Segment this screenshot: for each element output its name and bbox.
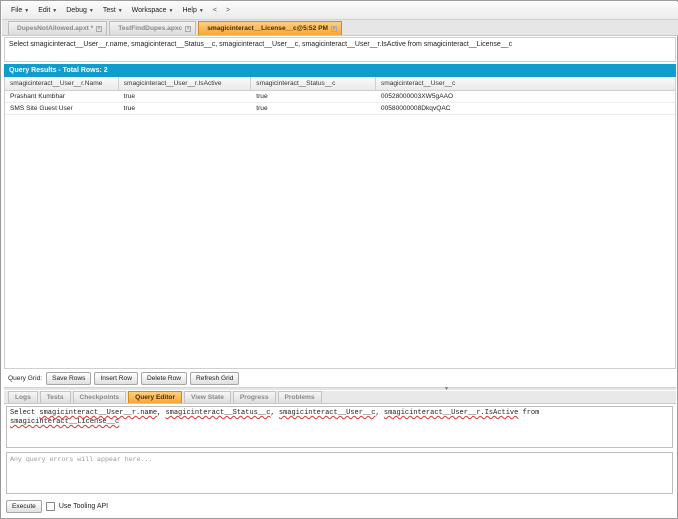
chevron-down-icon: ▼ [168, 7, 174, 14]
table-cell[interactable]: Prashant Kumbhar [5, 91, 119, 102]
delete-row-button[interactable]: Delete Row [140, 371, 188, 385]
menu-help[interactable]: Help ▼ [182, 7, 203, 14]
editor-tab-bar: DupesNotAllowed.apxt * × TestFindDupes.a… [2, 20, 678, 36]
menu-help-label: Help [182, 7, 197, 14]
menu-bar: File ▼ Edit ▼ Debug ▼ Test ▼ Workspace ▼ Help… [2, 2, 678, 20]
tab-dupes-not-allowed[interactable]: DupesNotAllowed.apxt * × [8, 21, 108, 35]
query-editor-input[interactable]: Select smagicinteract__User__r.name, sma… [6, 406, 673, 448]
menu-edit[interactable]: Edit ▼ [38, 7, 57, 14]
editor-text: Select [10, 409, 40, 417]
table-cell[interactable]: SMS Site Guest User [5, 103, 119, 114]
table-cell[interactable]: 00580000008DkqvQAC [376, 103, 675, 114]
tab-license-query[interactable]: smagicinteract__License__c@5:52 PM × [198, 21, 342, 35]
table-cell[interactable]: 00528000003XW5gAAO [376, 91, 675, 102]
menu-workspace-label: Workspace [131, 7, 167, 14]
tab-test-find-dupes[interactable]: TestFindDupes.apxc × [109, 21, 197, 35]
tab-label: TestFindDupes.apxc [118, 25, 183, 32]
column-header[interactable]: smagicinteract__Status__c [251, 77, 376, 90]
chevron-down-icon: ▼ [198, 7, 204, 14]
bottom-panel-tabs: Logs Tests Checkpoints Query Editor View… [4, 391, 676, 404]
query-errors-area[interactable]: Any query errors will appear here... [6, 452, 673, 494]
grid-header-row: smagicinteract__User__r.Name smagicinter… [5, 77, 675, 91]
query-grid-label: Query Grid: [8, 374, 43, 382]
tab-logs[interactable]: Logs [8, 391, 38, 403]
execute-button[interactable]: Execute [6, 499, 42, 513]
chevron-down-icon: ▼ [52, 7, 58, 14]
menu-file-label: File [11, 7, 23, 14]
tab-label: DupesNotAllowed.apxt * [17, 25, 94, 32]
menu-debug[interactable]: Debug ▼ [66, 7, 94, 14]
query-results-header: Query Results - Total Rows: 2 [4, 64, 676, 77]
menu-test[interactable]: Test ▼ [103, 7, 123, 14]
tab-label: smagicinteract__License__c@5:52 PM [207, 25, 328, 32]
close-icon[interactable]: × [331, 25, 337, 32]
menu-test-label: Test [102, 7, 116, 14]
developer-console-window: File ▼ Edit ▼ Debug ▼ Test ▼ Workspace ▼ Help… [0, 0, 678, 519]
panel-splitter[interactable]: ▼ [4, 386, 676, 392]
editor-field-token: smagicinteract__Status__c [165, 409, 271, 417]
use-tooling-api-checkbox[interactable] [45, 501, 55, 511]
editor-field-token: smagicinteract__User__c [278, 409, 376, 417]
query-grid-toolbar: Query Grid: Save Rows Insert Row Delete … [4, 370, 676, 386]
tab-progress[interactable]: Progress [232, 391, 276, 403]
editor-text: from [518, 409, 540, 417]
editor-text: , [375, 409, 384, 417]
editor-object-token: smagicinteract__License__c [10, 418, 120, 426]
query-text-display[interactable]: Select smagicinteract__User__r.name, sma… [4, 37, 676, 62]
chevron-down-icon: ▼ [117, 7, 123, 14]
editor-field-token: smagicinteract__User__r.name [39, 409, 158, 417]
column-header[interactable]: smagicinteract__User__c [376, 77, 675, 90]
menu-debug-label: Debug [66, 7, 87, 14]
menu-edit-label: Edit [38, 7, 51, 14]
results-grid[interactable]: smagicinteract__User__r.Name smagicinter… [4, 77, 676, 369]
menu-workspace[interactable]: Workspace ▼ [132, 7, 174, 14]
close-icon[interactable]: × [96, 25, 103, 32]
close-icon[interactable]: × [185, 25, 192, 32]
refresh-grid-button[interactable]: Refresh Grid [190, 371, 240, 385]
forward-arrow-icon[interactable]: > [226, 7, 230, 14]
tab-checkpoints[interactable]: Checkpoints [72, 391, 127, 403]
column-header[interactable]: smagicinteract__User__r.Name [5, 77, 119, 90]
back-arrow-icon[interactable]: < [213, 7, 217, 14]
table-row[interactable]: Prashant Kumbhar true true 00528000003XW… [5, 91, 675, 103]
table-cell[interactable]: true [119, 103, 252, 114]
table-cell[interactable]: true [251, 103, 376, 114]
insert-row-button[interactable]: Insert Row [94, 371, 138, 385]
save-rows-button[interactable]: Save Rows [46, 371, 92, 385]
editor-text: , [270, 409, 279, 417]
tab-query-editor[interactable]: Query Editor [128, 391, 183, 403]
table-cell[interactable]: true [251, 91, 376, 102]
tab-view-state[interactable]: View State [184, 391, 231, 403]
tab-tests[interactable]: Tests [39, 391, 71, 403]
tab-problems[interactable]: Problems [277, 391, 322, 403]
use-tooling-api-label: Use Tooling API [58, 502, 109, 510]
column-header[interactable]: smagicinteract__User__r.IsActive [119, 77, 252, 90]
menu-file[interactable]: File ▼ [11, 7, 29, 14]
table-row[interactable]: SMS Site Guest User true true 0058000000… [5, 103, 675, 115]
editor-field-token: smagicinteract__User__r.IsActive [383, 409, 519, 417]
table-cell[interactable]: true [119, 91, 252, 102]
chevron-down-icon: ▼ [24, 7, 30, 14]
chevron-down-icon: ▼ [88, 7, 94, 14]
query-footer: Execute Use Tooling API [6, 498, 108, 514]
